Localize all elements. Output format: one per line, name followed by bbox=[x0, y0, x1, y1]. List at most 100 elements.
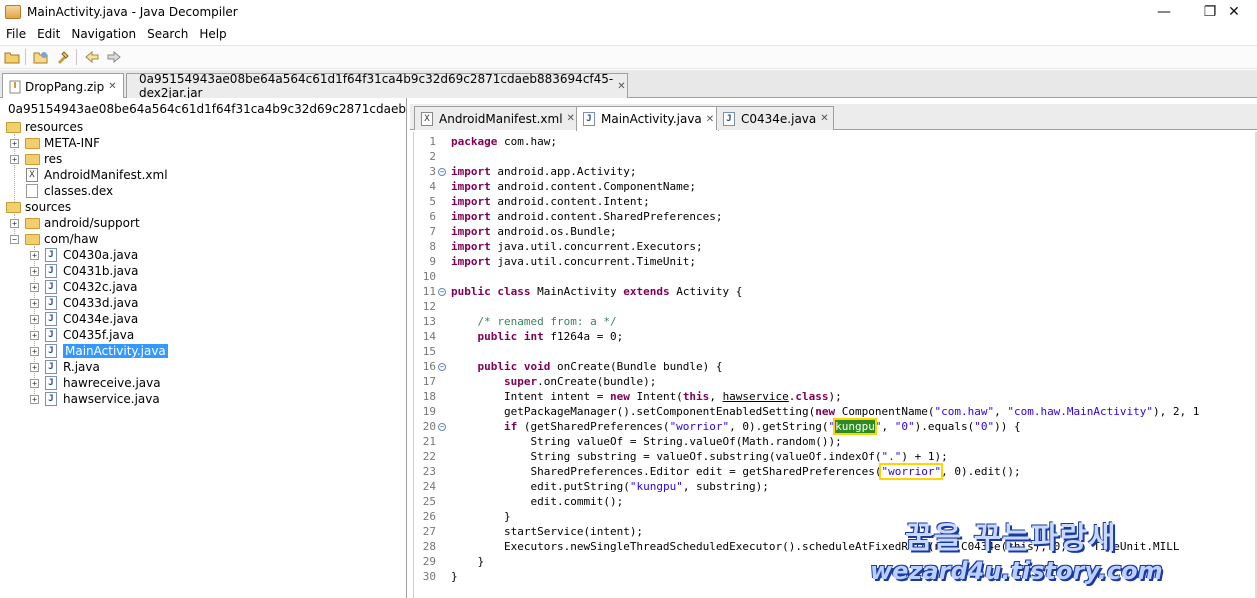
code-line: 12 bbox=[422, 300, 436, 313]
code-line: 20− if (getSharedPreferences("worrior", … bbox=[422, 418, 1021, 435]
minimize-button[interactable]: — bbox=[1141, 0, 1187, 24]
menu-edit[interactable]: Edit bbox=[31, 27, 65, 41]
tree-label: C0432c.java bbox=[63, 280, 138, 294]
close-tab-icon[interactable]: ✕ bbox=[567, 113, 575, 124]
expand-icon[interactable]: + bbox=[30, 250, 39, 260]
collapse-icon[interactable]: − bbox=[10, 234, 19, 244]
tab-c0434e[interactable]: J C0434e.java ✕ bbox=[716, 106, 834, 130]
tree-item-sources[interactable]: sources bbox=[6, 199, 71, 215]
tree-label: AndroidManifest.xml bbox=[44, 168, 168, 182]
xml-file-icon: X bbox=[421, 111, 433, 126]
code-line: 18 Intent intent = new Intent(this, haws… bbox=[422, 390, 842, 403]
tree-item-java-file[interactable]: + J C0433d.java bbox=[30, 295, 139, 311]
code-line: 1 package com.haw; bbox=[429, 135, 557, 148]
tree-item-resources[interactable]: resources bbox=[6, 119, 83, 135]
code-line: 15 bbox=[422, 345, 436, 358]
search-button[interactable] bbox=[53, 47, 73, 67]
tree-label: hawreceive.java bbox=[63, 376, 161, 390]
fold-icon[interactable]: − bbox=[438, 168, 446, 176]
java-file-icon: J bbox=[45, 392, 57, 406]
tree-item-androidmanifest[interactable]: X AndroidManifest.xml bbox=[26, 167, 168, 183]
tree-label: classes.dex bbox=[44, 184, 114, 198]
tree-item-java-file[interactable]: + J R.java bbox=[30, 359, 100, 375]
tab-androidmanifest[interactable]: X AndroidManifest.xml ✕ bbox=[414, 106, 580, 130]
close-tab-icon[interactable]: ✕ bbox=[706, 114, 714, 125]
tree-item-classes-dex[interactable]: classes.dex bbox=[26, 183, 113, 199]
folder-open-icon bbox=[25, 233, 40, 245]
code-line: 26 } bbox=[422, 510, 511, 523]
code-line: 23 SharedPreferences.Editor edit = getSh… bbox=[422, 463, 1021, 480]
expand-icon[interactable]: + bbox=[30, 314, 39, 324]
code-line: 4 import android.content.ComponentName; bbox=[429, 180, 697, 193]
file-icon bbox=[26, 184, 38, 198]
expand-icon[interactable]: + bbox=[30, 266, 39, 276]
editor-pane: X AndroidManifest.xml ✕ J MainActivity.j… bbox=[410, 98, 1257, 598]
tree-label: C0434e.java bbox=[63, 312, 139, 326]
code-line: 3− import android.app.Activity; bbox=[429, 165, 637, 178]
expand-icon[interactable]: + bbox=[30, 346, 39, 356]
tree-label: C0431b.java bbox=[63, 264, 139, 278]
tree-label-selected: MainActivity.java bbox=[63, 344, 168, 358]
expand-icon[interactable]: + bbox=[30, 362, 39, 372]
tree-item-java-file[interactable]: + J C0435f.java bbox=[30, 327, 134, 343]
close-tab-icon[interactable]: ✕ bbox=[617, 81, 625, 92]
menu-help[interactable]: Help bbox=[193, 27, 231, 41]
tree-item-java-file[interactable]: + J C0431b.java bbox=[30, 263, 139, 279]
expand-icon[interactable]: + bbox=[30, 330, 39, 340]
expand-icon[interactable]: + bbox=[10, 138, 19, 148]
editor-tabs: X AndroidManifest.xml ✕ J MainActivity.j… bbox=[410, 104, 1257, 131]
tree-item-java-file[interactable]: + J hawservice.java bbox=[30, 391, 160, 407]
close-tab-icon[interactable]: ✕ bbox=[820, 113, 828, 124]
flashlight-icon bbox=[58, 51, 69, 64]
java-file-icon: J bbox=[45, 328, 57, 342]
expand-icon[interactable]: + bbox=[30, 394, 39, 404]
file-tabs: DropPang.zip ✕ 010 0a95154943ae08be64a56… bbox=[0, 70, 1257, 100]
back-button[interactable] bbox=[82, 47, 102, 67]
close-tab-icon[interactable]: ✕ bbox=[108, 81, 116, 92]
tree-item-meta-inf[interactable]: + META-INF bbox=[10, 135, 100, 151]
code-line: 10 bbox=[422, 270, 436, 283]
tree-item-java-file[interactable]: + J C0430a.java bbox=[30, 247, 138, 263]
tree-item-java-file[interactable]: + J hawreceive.java bbox=[30, 375, 161, 391]
tree-item-mainactivity[interactable]: + J MainActivity.java bbox=[30, 343, 168, 359]
expand-icon[interactable]: + bbox=[30, 282, 39, 292]
open-file-button[interactable] bbox=[2, 47, 22, 67]
menu-navigation[interactable]: Navigation bbox=[65, 27, 141, 41]
forward-button[interactable] bbox=[104, 47, 124, 67]
expand-icon[interactable]: + bbox=[30, 298, 39, 308]
tab-mainactivity[interactable]: J MainActivity.java ✕ bbox=[576, 106, 720, 131]
java-file-icon: J bbox=[45, 296, 57, 310]
java-file-icon: J bbox=[45, 248, 57, 262]
tab-label: MainActivity.java bbox=[601, 112, 702, 126]
tree-item-com-haw[interactable]: − com/haw bbox=[10, 231, 98, 247]
code-line: 13 /* renamed from: a */ bbox=[422, 315, 617, 328]
tab-dex2jar-jar[interactable]: 010 0a95154943ae08be64a564c61d1f64f31ca4… bbox=[126, 72, 628, 100]
close-button[interactable]: ✕ bbox=[1211, 0, 1257, 24]
tree-item-java-file[interactable]: + J C0432c.java bbox=[30, 279, 137, 295]
java-file-icon: J bbox=[583, 112, 595, 126]
code-line: 25 edit.commit(); bbox=[422, 495, 624, 508]
fold-icon[interactable]: − bbox=[438, 423, 446, 431]
code-view[interactable]: 1 package com.haw; 2 3− import android.app… bbox=[413, 132, 1257, 598]
menu-file[interactable]: File bbox=[0, 27, 31, 41]
fold-icon[interactable]: − bbox=[438, 288, 446, 296]
tree-item-java-file[interactable]: + J C0434e.java bbox=[30, 311, 138, 327]
tree-item-res[interactable]: + res bbox=[10, 151, 62, 167]
tab-label: AndroidManifest.xml bbox=[439, 111, 563, 126]
tree-label: hawservice.java bbox=[63, 392, 160, 406]
java-file-icon: J bbox=[723, 111, 735, 126]
menu-search[interactable]: Search bbox=[141, 27, 193, 41]
open-folder-icon bbox=[4, 52, 20, 64]
code-line: 7 import android.os.Bundle; bbox=[429, 225, 617, 238]
expand-icon[interactable]: + bbox=[10, 218, 19, 228]
arrow-right-icon bbox=[107, 50, 121, 64]
fold-icon[interactable]: − bbox=[438, 363, 446, 371]
tab-droppang-zip[interactable]: DropPang.zip ✕ bbox=[2, 73, 124, 99]
tree-root-label: 0a95154943ae08be64a564c61d1f64f31ca4b9c3… bbox=[8, 102, 407, 116]
tree-item-android-support[interactable]: + android/support bbox=[10, 215, 140, 231]
tab-label: DropPang.zip bbox=[25, 79, 105, 94]
expand-icon[interactable]: + bbox=[10, 154, 19, 164]
open-type-button[interactable] bbox=[31, 47, 51, 67]
expand-icon[interactable]: + bbox=[30, 378, 39, 388]
code-line: 16− public void onCreate(Bundle bundle) … bbox=[422, 360, 723, 373]
